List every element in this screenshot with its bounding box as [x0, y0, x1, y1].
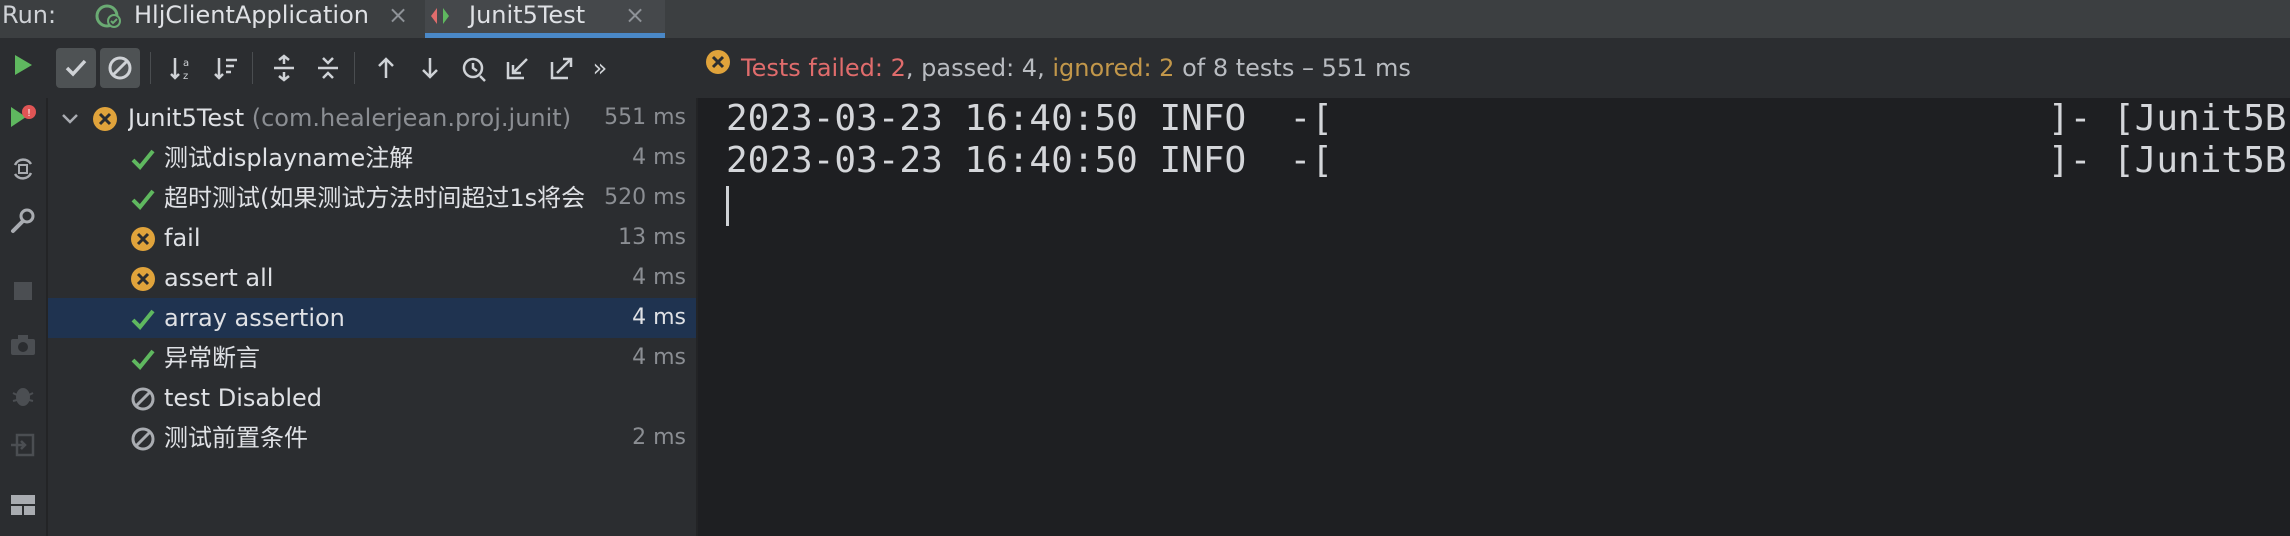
test-duration: 4 ms — [632, 305, 686, 330]
toolbar-overflow-button[interactable]: » — [586, 48, 614, 88]
run-label: Run: — [2, 1, 57, 29]
svg-text:z: z — [183, 71, 188, 82]
close-tab-icon[interactable]: × — [625, 0, 645, 30]
left-toolbar: ! — [0, 38, 48, 536]
test-tree-item[interactable]: 超时测试(如果测试方法时间超过1s将会 520 ms — [48, 178, 696, 218]
test-history-icon[interactable] — [454, 48, 494, 88]
test-tree-item[interactable]: assert all 4 ms — [48, 258, 696, 298]
tests-passed-text: , passed: 4, — [905, 54, 1053, 82]
test-name: 异常断言 — [164, 344, 260, 372]
root-duration: 551 ms — [604, 105, 686, 130]
passed-status-icon — [130, 186, 156, 212]
junit-icon — [429, 3, 459, 29]
stop-icon[interactable] — [6, 274, 40, 308]
console-line-tail: ]- [Junit5B — [2048, 140, 2287, 181]
test-tree-root[interactable]: Junit5Test (com.healerjean.proj.junit) 5… — [48, 98, 696, 138]
test-tree-item[interactable]: 测试前置条件 2 ms — [48, 418, 696, 458]
test-duration: 4 ms — [632, 345, 686, 370]
test-name: 测试前置条件 — [164, 424, 308, 452]
rerun-icon[interactable] — [6, 48, 40, 82]
ignored-status-icon — [130, 386, 156, 412]
test-tree-item[interactable]: test Disabled — [48, 378, 696, 418]
spring-boot-icon — [94, 3, 124, 29]
test-duration: 13 ms — [618, 225, 686, 250]
rerun-failed-tests-icon[interactable]: ! — [6, 100, 40, 134]
show-passed-icon[interactable] — [56, 48, 96, 88]
svg-text:!: ! — [27, 108, 31, 119]
root-package-name: (com.healerjean.proj.junit) — [251, 104, 572, 132]
failed-status-icon — [92, 106, 118, 132]
tab-hljclientapplication[interactable]: HljClientApplication × — [90, 0, 420, 38]
test-tree-item[interactable]: 异常断言 4 ms — [48, 338, 696, 378]
tab-label: Junit5Test — [469, 1, 586, 29]
passed-status-icon — [130, 346, 156, 372]
next-failed-test-icon[interactable] — [410, 48, 450, 88]
wrench-icon[interactable] — [6, 204, 40, 238]
passed-status-icon — [130, 306, 156, 332]
svg-text:a: a — [183, 58, 189, 69]
layout-icon[interactable] — [6, 488, 40, 522]
test-tree-item[interactable]: array assertion 4 ms — [48, 298, 696, 338]
tests-failed-icon — [705, 47, 731, 87]
exit-icon[interactable] — [6, 428, 40, 462]
sort-alphabetically-icon[interactable]: az — [162, 48, 202, 88]
test-runner-toolbar: az » Tests failed: 2, passed: 4, ignored… — [46, 38, 2290, 98]
tests-ignored-text: ignored: 2 — [1052, 54, 1175, 82]
import-tests-icon[interactable] — [498, 48, 538, 88]
export-tests-icon[interactable] — [542, 48, 582, 88]
previous-failed-test-icon[interactable] — [366, 48, 406, 88]
test-tree-item[interactable]: fail 13 ms — [48, 218, 696, 258]
test-name: fail — [164, 224, 201, 252]
root-class-name: Junit5Test — [128, 104, 245, 132]
test-name: array assertion — [164, 304, 345, 332]
show-ignored-icon[interactable] — [100, 48, 140, 88]
test-name: 超时测试(如果测试方法时间超过1s将会 — [164, 184, 586, 212]
test-tree-root-label: Junit5Test (com.healerjean.proj.junit) — [128, 98, 598, 138]
test-tree: Junit5Test (com.healerjean.proj.junit) 5… — [48, 98, 696, 536]
bug-icon[interactable] — [6, 378, 40, 412]
failed-status-icon — [130, 266, 156, 292]
test-tree-item[interactable]: 测试displayname注解 4 ms — [48, 138, 696, 178]
camera-icon[interactable] — [6, 328, 40, 362]
expand-all-icon[interactable] — [264, 48, 304, 88]
test-duration: 4 ms — [632, 145, 686, 170]
toggle-auto-test-icon[interactable] — [6, 152, 40, 186]
text-caret — [726, 186, 729, 226]
test-duration: 520 ms — [604, 185, 686, 210]
console-line-tail: ]- [Junit5B — [2048, 98, 2287, 139]
tests-failed-text: Tests failed: 2 — [741, 54, 906, 82]
close-tab-icon[interactable]: × — [388, 0, 408, 30]
tab-label: HljClientApplication — [134, 1, 369, 29]
test-name: assert all — [164, 264, 274, 292]
console-output[interactable]: 2023-03-23 16:40:50 INFO -[ ]- [Junit5B … — [698, 98, 2290, 536]
sort-by-duration-icon[interactable] — [206, 48, 246, 88]
ignored-status-icon — [130, 426, 156, 452]
console-line: 2023-03-23 16:40:50 INFO -[ — [726, 98, 1333, 139]
console-line: 2023-03-23 16:40:50 INFO -[ — [726, 140, 1333, 181]
test-duration: 4 ms — [632, 265, 686, 290]
collapse-all-icon[interactable] — [308, 48, 348, 88]
failed-status-icon — [130, 226, 156, 252]
tests-total-text: of 8 tests – 551 ms — [1174, 54, 1411, 82]
chevron-down-icon[interactable] — [60, 106, 80, 132]
run-tab-bar: Run: HljClientApplication × Junit5Test × — [0, 0, 2290, 39]
test-duration: 2 ms — [632, 425, 686, 450]
test-status-summary: Tests failed: 2, passed: 4, ignored: 2 o… — [705, 48, 1411, 88]
passed-status-icon — [130, 146, 156, 172]
test-name: test Disabled — [164, 384, 322, 412]
test-name: 测试displayname注解 — [164, 144, 414, 172]
